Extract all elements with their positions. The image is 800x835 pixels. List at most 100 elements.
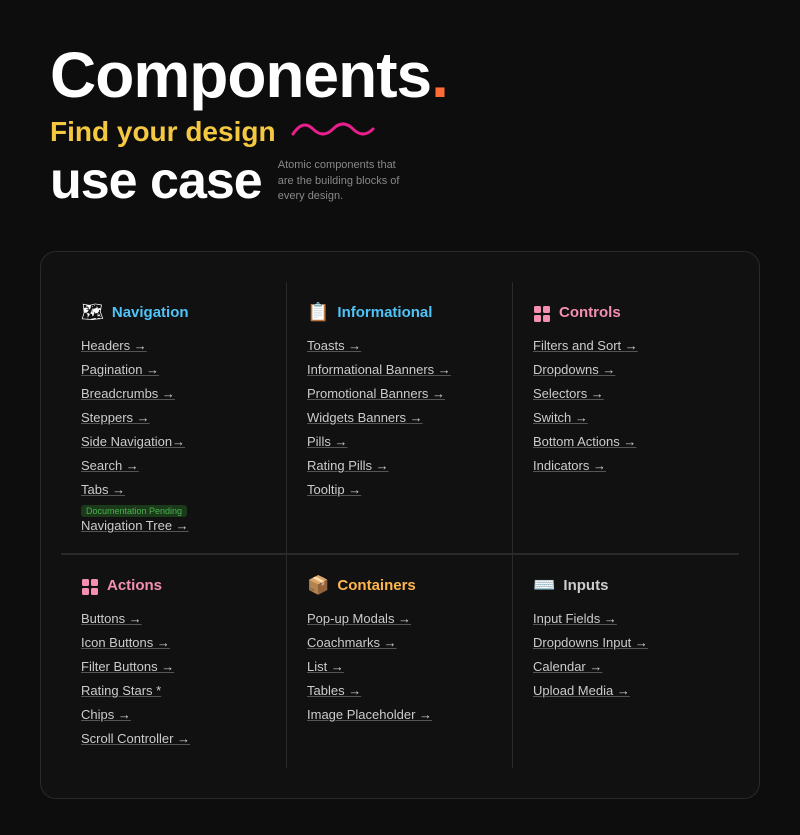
scroll-controller-link[interactable]: Scroll Controller → — [81, 731, 190, 746]
list-item: Icon Buttons → — [81, 634, 266, 652]
list-item: Tooltip → — [307, 481, 492, 499]
promotional-banners-link[interactable]: Promotional Banners → — [307, 386, 445, 401]
list-item: Pop-up Modals → — [307, 610, 492, 628]
rating-stars-link[interactable]: Rating Stars * — [81, 683, 161, 698]
selectors-link[interactable]: Selectors → — [533, 386, 604, 401]
hero-section: Components. Find your design use case At… — [0, 0, 800, 241]
list-item: Dropdowns → — [533, 361, 719, 379]
upload-media-link[interactable]: Upload Media → — [533, 683, 630, 698]
list-item: Image Placeholder → — [307, 706, 492, 724]
list-item: Dropdowns Input → — [533, 634, 719, 652]
list-item: Calendar → — [533, 658, 719, 676]
list-item: Widgets Banners → — [307, 409, 492, 427]
list-item: Filter Buttons → — [81, 658, 266, 676]
containers-section: 📦 Containers Pop-up Modals → Coachmarks … — [287, 554, 513, 768]
informational-icon: 📋 — [307, 302, 329, 323]
list-item: Bottom Actions → — [533, 433, 719, 451]
actions-section: Actions Buttons → Icon Buttons → Filter … — [61, 554, 287, 768]
bottom-actions-link[interactable]: Bottom Actions → — [533, 434, 636, 449]
doc-pending-badge: Documentation Pending — [81, 505, 187, 517]
list-item: Documentation Pending Navigation Tree → — [81, 505, 266, 533]
list-item: Indicators → — [533, 457, 719, 475]
content-panel: 🗺 Navigation Headers → Pagination → Brea… — [40, 251, 760, 799]
controls-links: Filters and Sort → Dropdowns → Selectors… — [533, 337, 719, 475]
navigation-section: 🗺 Navigation Headers → Pagination → Brea… — [61, 282, 287, 553]
navigation-icon: 🗺 — [81, 302, 104, 323]
tabs-link[interactable]: Tabs → — [81, 482, 125, 497]
list-item: List → — [307, 658, 492, 676]
hero-title: Components. — [50, 40, 750, 110]
list-item: Side Navigation→ — [81, 433, 266, 451]
list-item: Scroll Controller → — [81, 730, 266, 748]
list-item: Steppers → — [81, 409, 266, 427]
informational-links: Toasts → Informational Banners → Promoti… — [307, 337, 492, 499]
list-item: Buttons → — [81, 610, 266, 628]
headers-link[interactable]: Headers → — [81, 338, 147, 353]
input-fields-link[interactable]: Input Fields → — [533, 611, 617, 626]
widgets-banners-link[interactable]: Widgets Banners → — [307, 410, 423, 425]
popup-modals-link[interactable]: Pop-up Modals → — [307, 611, 411, 626]
chips-link[interactable]: Chips → — [81, 707, 131, 722]
list-item: Tables → — [307, 682, 492, 700]
inputs-icon: ⌨️ — [533, 575, 555, 596]
inputs-section: ⌨️ Inputs Input Fields → Dropdowns Input… — [513, 554, 739, 768]
navigation-header: 🗺 Navigation — [81, 302, 266, 323]
toasts-link[interactable]: Toasts → — [307, 338, 361, 353]
filters-sort-link[interactable]: Filters and Sort → — [533, 338, 638, 353]
list-item: Tabs → — [81, 481, 266, 499]
informational-banners-link[interactable]: Informational Banners → — [307, 362, 451, 377]
list-item: Chips → — [81, 706, 266, 724]
informational-header: 📋 Informational — [307, 302, 492, 323]
pills-link[interactable]: Pills → — [307, 434, 347, 449]
actions-icon — [81, 575, 99, 596]
containers-links: Pop-up Modals → Coachmarks → List → Tabl… — [307, 610, 492, 724]
bottom-grid: Actions Buttons → Icon Buttons → Filter … — [61, 554, 739, 768]
indicators-link[interactable]: Indicators → — [533, 458, 606, 473]
pagination-link[interactable]: Pagination → — [81, 362, 159, 377]
list-item: Search → — [81, 457, 266, 475]
list-item: Rating Pills → — [307, 457, 492, 475]
breadcrumbs-link[interactable]: Breadcrumbs → — [81, 386, 175, 401]
list-item: Headers → — [81, 337, 266, 355]
list-item: Pills → — [307, 433, 492, 451]
steppers-link[interactable]: Steppers → — [81, 410, 150, 425]
tooltip-link[interactable]: Tooltip → — [307, 482, 361, 497]
list-item: Upload Media → — [533, 682, 719, 700]
list-item: Rating Stars * — [81, 682, 266, 700]
list-item: Switch → — [533, 409, 719, 427]
search-link[interactable]: Search → — [81, 458, 139, 473]
rating-pills-link[interactable]: Rating Pills → — [307, 458, 389, 473]
top-grid: 🗺 Navigation Headers → Pagination → Brea… — [61, 282, 739, 554]
list-item: Breadcrumbs → — [81, 385, 266, 403]
side-navigation-link[interactable]: Side Navigation→ — [81, 434, 185, 449]
squiggle-icon — [288, 114, 378, 149]
list-item: Filters and Sort → — [533, 337, 719, 355]
list-item: Informational Banners → — [307, 361, 492, 379]
image-placeholder-link[interactable]: Image Placeholder → — [307, 707, 432, 722]
list-item: Promotional Banners → — [307, 385, 492, 403]
switch-link[interactable]: Switch → — [533, 410, 588, 425]
coachmarks-link[interactable]: Coachmarks → — [307, 635, 397, 650]
filter-buttons-link[interactable]: Filter Buttons → — [81, 659, 174, 674]
buttons-link[interactable]: Buttons → — [81, 611, 142, 626]
calendar-link[interactable]: Calendar → — [533, 659, 602, 674]
informational-section: 📋 Informational Toasts → Informational B… — [287, 282, 513, 553]
list-link[interactable]: List → — [307, 659, 344, 674]
tables-link[interactable]: Tables → — [307, 683, 361, 698]
controls-header: Controls — [533, 302, 719, 323]
list-item: Toasts → — [307, 337, 492, 355]
dropdowns-link[interactable]: Dropdowns → — [533, 362, 615, 377]
containers-icon: 📦 — [307, 575, 329, 596]
actions-header: Actions — [81, 575, 266, 596]
icon-buttons-link[interactable]: Icon Buttons → — [81, 635, 170, 650]
hero-usecase-row: use case Atomic components that are the … — [50, 151, 750, 211]
navigation-tree-link[interactable]: Navigation Tree → — [81, 518, 189, 533]
dropdowns-input-link[interactable]: Dropdowns Input → — [533, 635, 648, 650]
list-item: Pagination → — [81, 361, 266, 379]
controls-section: Controls Filters and Sort → Dropdowns → … — [513, 282, 739, 553]
controls-icon — [533, 302, 551, 323]
inputs-links: Input Fields → Dropdowns Input → Calenda… — [533, 610, 719, 700]
actions-links: Buttons → Icon Buttons → Filter Buttons … — [81, 610, 266, 748]
list-item: Input Fields → — [533, 610, 719, 628]
list-item: Selectors → — [533, 385, 719, 403]
